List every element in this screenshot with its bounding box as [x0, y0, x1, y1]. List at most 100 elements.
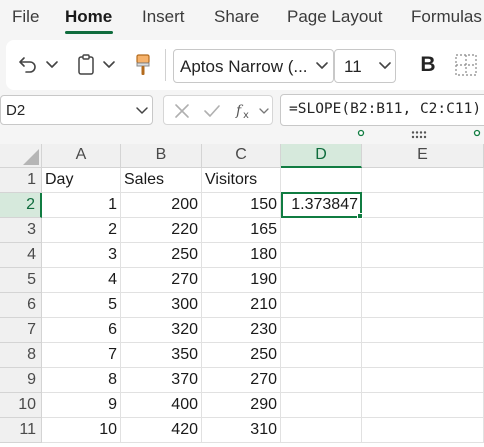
cell-e4[interactable] [362, 243, 484, 268]
cell-e6[interactable] [362, 293, 484, 318]
cell-a4[interactable]: 3 [42, 243, 121, 268]
font-name-dropdown[interactable]: Aptos Narrow (... [173, 49, 334, 83]
column-header-d[interactable]: D [281, 144, 362, 168]
menu-tab-formulas[interactable]: Formulas [411, 7, 482, 27]
cell-b7[interactable]: 320 [121, 318, 202, 343]
row-header-10[interactable]: 10 [0, 393, 42, 418]
cell-d2[interactable]: 1.373847 [281, 193, 362, 218]
cell-d10[interactable] [281, 393, 362, 418]
menu-tab-page-layout[interactable]: Page Layout [287, 7, 382, 27]
column-header-a[interactable]: A [42, 144, 121, 168]
cell-b9[interactable]: 370 [121, 368, 202, 393]
cell-a1[interactable]: Day [42, 168, 121, 193]
cell-e2[interactable] [362, 193, 484, 218]
name-box-chevron-icon[interactable] [134, 103, 150, 119]
cell-a11[interactable]: 10 [42, 418, 121, 443]
cell-c4[interactable]: 180 [202, 243, 281, 268]
insert-function-icon[interactable]: fx [234, 100, 256, 122]
cell-a8[interactable]: 7 [42, 343, 121, 368]
row-header-4[interactable]: 4 [0, 243, 42, 268]
cell-c5[interactable]: 190 [202, 268, 281, 293]
cell-b3[interactable]: 220 [121, 218, 202, 243]
cell-a7[interactable]: 6 [42, 318, 121, 343]
font-size-dropdown[interactable]: 11 [334, 49, 396, 83]
cell-c7[interactable]: 230 [202, 318, 281, 343]
row-header-2[interactable]: 2 [0, 193, 42, 218]
cell-b8[interactable]: 350 [121, 343, 202, 368]
cell-e11[interactable] [362, 418, 484, 443]
cell-e8[interactable] [362, 343, 484, 368]
row-header-6[interactable]: 6 [0, 293, 42, 318]
cell-e3[interactable] [362, 218, 484, 243]
row-header-5[interactable]: 5 [0, 268, 42, 293]
name-box[interactable]: D2 [0, 95, 153, 125]
cell-e7[interactable] [362, 318, 484, 343]
menu-tab-share[interactable]: Share [214, 7, 259, 27]
menu-bar: File Home Insert Share Page Layout Formu… [0, 0, 484, 36]
row-header-1[interactable]: 1 [0, 168, 42, 193]
undo-icon[interactable] [16, 53, 40, 77]
bold-button[interactable]: B [416, 52, 440, 78]
row-header-3[interactable]: 3 [0, 218, 42, 243]
paintbrush-icon[interactable] [131, 52, 155, 78]
cell-c1[interactable]: Visitors [202, 168, 281, 193]
cell-b11[interactable]: 420 [121, 418, 202, 443]
paste-dropdown-chevron-icon[interactable] [101, 56, 117, 74]
cell-d9[interactable] [281, 368, 362, 393]
confirm-check-icon[interactable] [202, 101, 222, 121]
formula-input[interactable]: =SLOPE(B2:B11, C2:C11) [280, 94, 484, 126]
cell-b5[interactable]: 270 [121, 268, 202, 293]
menu-tab-home[interactable]: Home [65, 7, 112, 27]
menu-tab-insert[interactable]: Insert [142, 7, 185, 27]
cell-d4[interactable] [281, 243, 362, 268]
menu-tab-file[interactable]: File [12, 7, 39, 27]
cell-c6[interactable]: 210 [202, 293, 281, 318]
cell-b10[interactable]: 400 [121, 393, 202, 418]
column-header-e[interactable]: E [362, 144, 484, 168]
function-chevron-icon[interactable] [258, 105, 270, 117]
svg-text:x: x [243, 110, 249, 121]
cell-d8[interactable] [281, 343, 362, 368]
drag-grip-icon[interactable] [408, 129, 430, 141]
cell-e1[interactable] [362, 168, 484, 193]
cell-c3[interactable]: 165 [202, 218, 281, 243]
borders-icon[interactable] [454, 53, 478, 77]
row-header-7[interactable]: 7 [0, 318, 42, 343]
cell-c10[interactable]: 290 [202, 393, 281, 418]
cell-a2[interactable]: 1 [42, 193, 121, 218]
clipboard-icon[interactable] [74, 52, 98, 78]
cell-b2[interactable]: 200 [121, 193, 202, 218]
cell-a6[interactable]: 5 [42, 293, 121, 318]
cell-e5[interactable] [362, 268, 484, 293]
cell-c9[interactable]: 270 [202, 368, 281, 393]
cancel-icon[interactable] [172, 101, 192, 121]
column-header-c[interactable]: C [202, 144, 281, 168]
cell-a3[interactable]: 2 [42, 218, 121, 243]
cell-e9[interactable] [362, 368, 484, 393]
cell-b6[interactable]: 300 [121, 293, 202, 318]
select-all-corner[interactable] [0, 144, 42, 168]
cell-c8[interactable]: 250 [202, 343, 281, 368]
cell-a5[interactable]: 4 [42, 268, 121, 293]
cell-d11[interactable] [281, 418, 362, 443]
fill-handle[interactable] [357, 213, 363, 219]
cell-e10[interactable] [362, 393, 484, 418]
cell-d5[interactable] [281, 268, 362, 293]
cell-d7[interactable] [281, 318, 362, 343]
cell-c11[interactable]: 310 [202, 418, 281, 443]
row-header-8[interactable]: 8 [0, 343, 42, 368]
undo-dropdown-chevron-icon[interactable] [44, 56, 60, 74]
row-header-11[interactable]: 11 [0, 418, 42, 443]
row-header-9[interactable]: 9 [0, 368, 42, 393]
cell-d1[interactable] [281, 168, 362, 193]
cell-a9[interactable]: 8 [42, 368, 121, 393]
cell-a10[interactable]: 9 [42, 393, 121, 418]
cell-c2[interactable]: 150 [202, 193, 281, 218]
resize-handle-icon[interactable] [473, 129, 481, 137]
cell-b1[interactable]: Sales [121, 168, 202, 193]
cell-d3[interactable] [281, 218, 362, 243]
resize-handle-icon[interactable] [357, 129, 365, 137]
cell-d6[interactable] [281, 293, 362, 318]
column-header-b[interactable]: B [121, 144, 202, 168]
cell-b4[interactable]: 250 [121, 243, 202, 268]
